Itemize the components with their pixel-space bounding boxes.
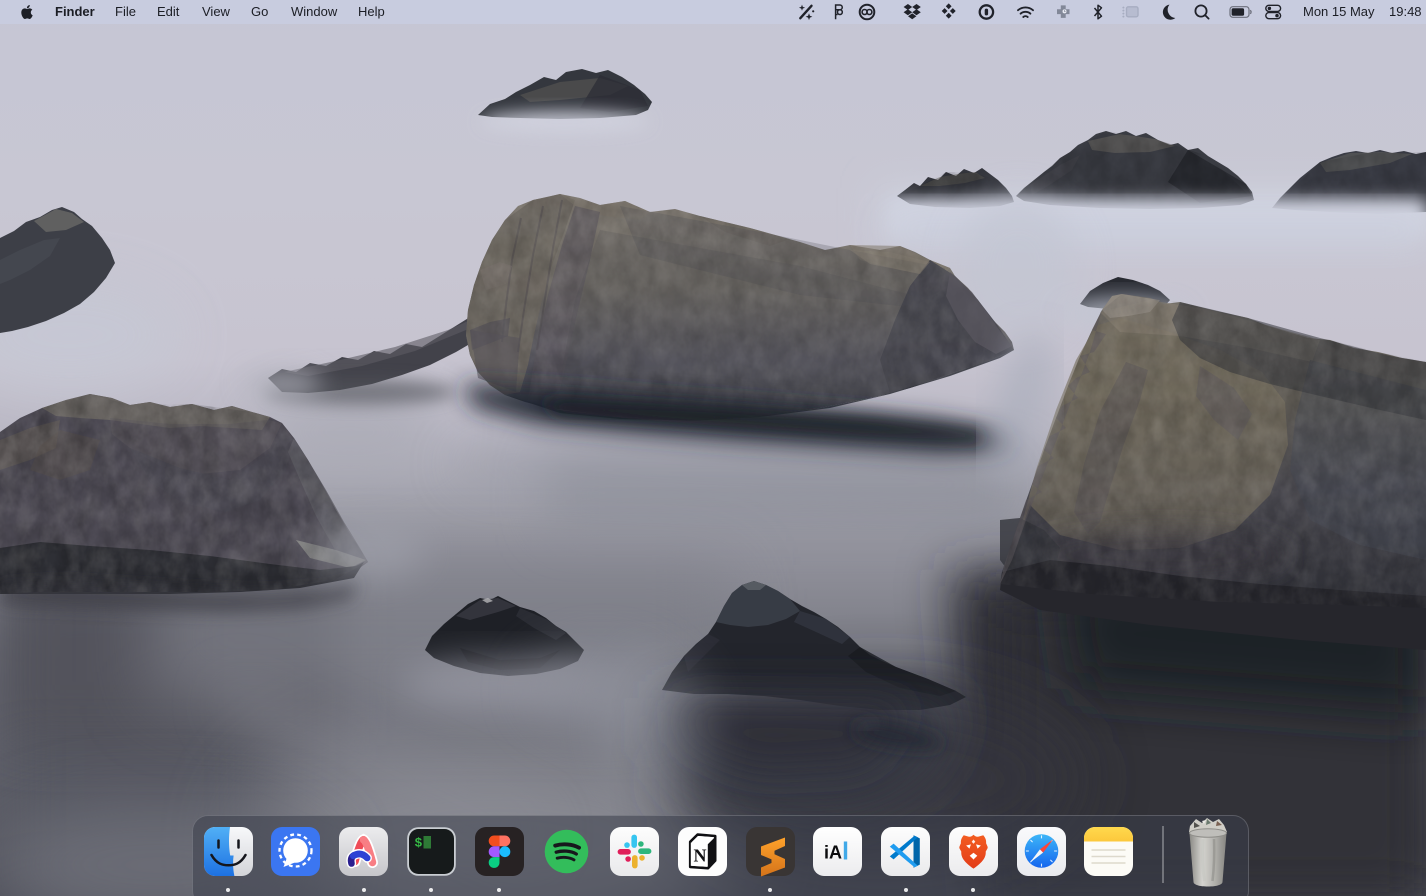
- svg-text:$: $: [414, 836, 422, 851]
- svg-text:iA: iA: [824, 843, 842, 863]
- svg-text:N: N: [693, 846, 706, 866]
